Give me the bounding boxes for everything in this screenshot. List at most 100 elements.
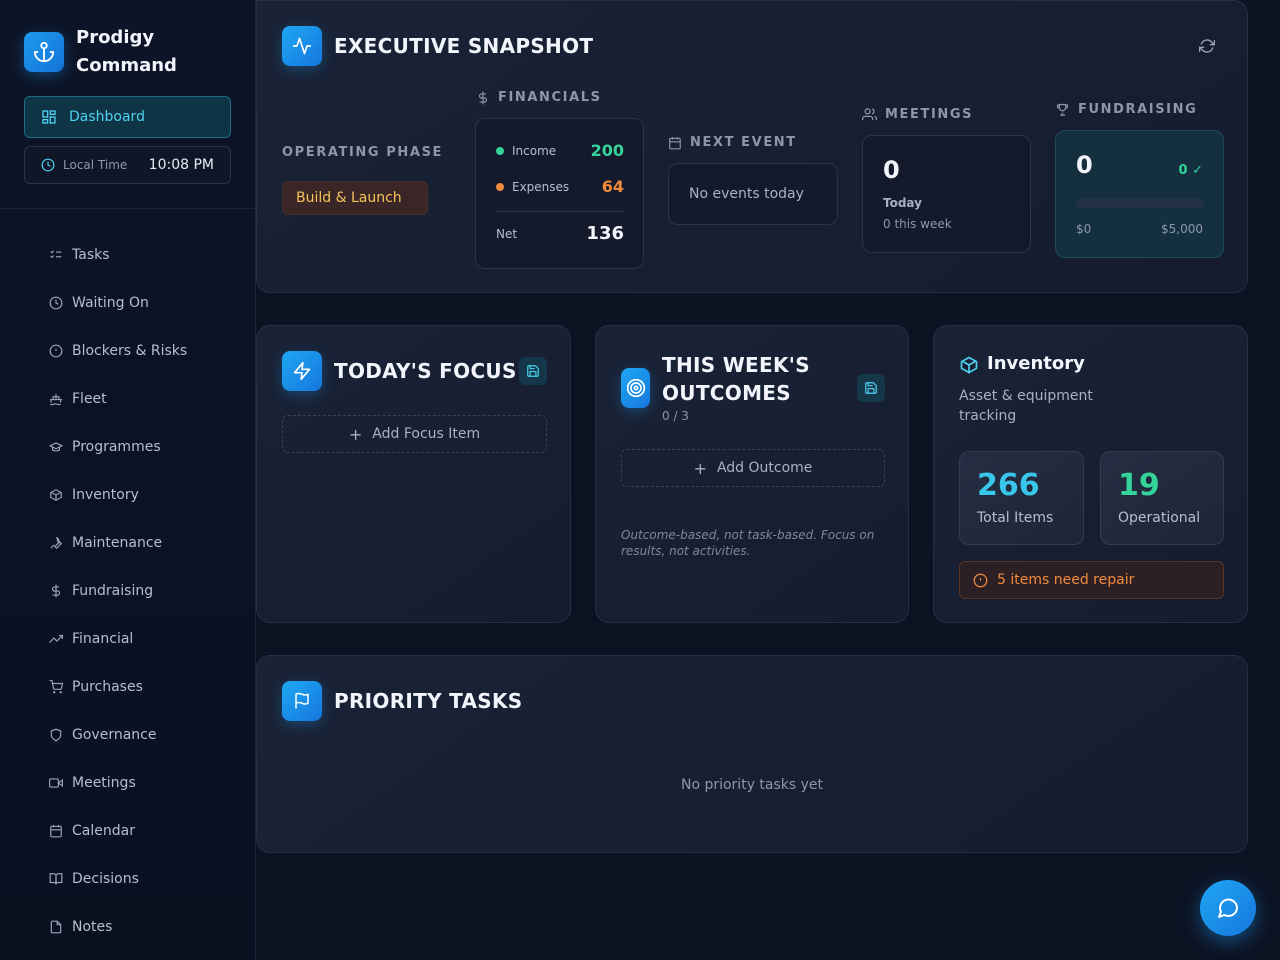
fundraising-badge: 0 ✓ (1178, 163, 1203, 178)
weekly-outcomes-card: THIS WEEK'S OUTCOMES 0 / 3 + Add Outcome… (595, 325, 909, 623)
add-outcome-button[interactable]: + Add Outcome (621, 449, 885, 487)
add-focus-item-button[interactable]: + Add Focus Item (282, 415, 547, 453)
executive-snapshot-card: EXECUTIVE SNAPSHOT OPERATING PHASE Build… (256, 0, 1248, 293)
sidebar-item-label: Waiting On (72, 295, 149, 311)
app-name: Prodigy Command (76, 27, 177, 76)
sidebar-item-fleet[interactable]: Fleet (48, 375, 187, 423)
sidebar-item-label: Purchases (72, 679, 143, 695)
sidebar-item-meetings[interactable]: Meetings (48, 759, 187, 807)
expenses-row: Expenses 64 (496, 177, 624, 196)
fundraising-min: $0 (1076, 222, 1092, 236)
sidebar-item-maintenance[interactable]: Maintenance (48, 519, 187, 567)
plus-icon: + (348, 424, 363, 444)
meetings-box: 0 Today 0 this week (862, 135, 1031, 253)
net-value: 136 (586, 223, 624, 244)
wrench-icon (48, 536, 64, 550)
file-icon (48, 920, 64, 934)
inventory-card: Inventory Asset & equipment tracking 266… (933, 325, 1248, 623)
sidebar-item-label: Calendar (72, 823, 135, 839)
sidebar-item-label: Fleet (72, 391, 107, 407)
zap-icon (282, 351, 322, 391)
sidebar-item-blockers-risks[interactable]: Blockers & Risks (48, 327, 187, 375)
meetings-label-text: MEETINGS (885, 107, 974, 122)
next-event-label: NEXT EVENT (668, 135, 797, 150)
priority-title: PRIORITY TASKS (334, 689, 523, 713)
outcomes-title-line2: OUTCOMES (662, 381, 791, 405)
operational-tile: 19 Operational (1100, 451, 1224, 545)
flag-icon (282, 681, 322, 721)
sidebar-item-label: Fundraising (72, 583, 154, 599)
outcomes-title: THIS WEEK'S OUTCOMES (662, 351, 810, 407)
financials-box: Income 200 Expenses 64 Net 136 (475, 118, 644, 269)
sidebar-item-label: Maintenance (72, 535, 163, 551)
outcomes-title-line1: THIS WEEK'S (662, 353, 810, 377)
message-circle-icon (1216, 896, 1240, 920)
sidebar-item-label: Blockers & Risks (72, 343, 188, 359)
calendar-icon (48, 824, 64, 838)
ship-icon (48, 392, 64, 406)
nav-dashboard-label: Dashboard (69, 109, 145, 125)
financials-label-text: FINANCIALS (498, 90, 602, 105)
sidebar-item-label: Tasks (72, 247, 110, 263)
meetings-week: 0 this week (883, 217, 952, 231)
fundraising-label: FUNDRAISING (1055, 102, 1197, 117)
fundraising-max: $5,000 (1161, 222, 1203, 236)
shopping-cart-icon (48, 680, 64, 694)
plus-icon: + (693, 458, 707, 478)
sidebar-item-tasks[interactable]: Tasks (48, 231, 187, 279)
local-time-label: Local Time (63, 158, 128, 172)
repair-alert[interactable]: 5 items need repair (959, 561, 1224, 599)
fundraising-label-text: FUNDRAISING (1078, 102, 1198, 117)
sidebar-item-label: Decisions (72, 871, 139, 887)
focus-title: TODAY'S FOCUS (334, 359, 517, 383)
focus-save-button[interactable] (519, 357, 547, 385)
refresh-icon[interactable] (1199, 38, 1215, 54)
sidebar-item-financial[interactable]: Financial (48, 615, 187, 663)
sidebar-item-waiting-on[interactable]: Waiting On (48, 279, 187, 327)
sidebar-item-notes[interactable]: Notes (48, 903, 187, 951)
sidebar-item-label: Inventory (72, 487, 139, 503)
add-outcome-label: Add Outcome (716, 460, 813, 476)
meetings-label: MEETINGS (862, 107, 973, 122)
priority-tasks-card: PRIORITY TASKS No priority tasks yet (256, 655, 1248, 853)
operational-value: 19 (1118, 468, 1160, 503)
target-icon (621, 368, 650, 408)
sidebar-item-decisions[interactable]: Decisions (48, 855, 187, 903)
total-items-label: Total Items (977, 510, 1054, 526)
clock-icon (41, 158, 55, 172)
sidebar-item-purchases[interactable]: Purchases (48, 663, 187, 711)
list-checks-icon (48, 248, 64, 262)
sidebar-item-programmes[interactable]: Programmes (48, 423, 187, 471)
alert-circle-icon (973, 573, 988, 588)
save-icon (864, 381, 878, 395)
layout-grid-icon (41, 109, 57, 125)
users-icon (862, 107, 877, 122)
save-icon (526, 364, 540, 378)
sidebar-item-label: Financial (72, 631, 134, 647)
sidebar-divider (0, 208, 255, 209)
nav-dashboard[interactable]: Dashboard (24, 96, 231, 138)
operating-phase-label: OPERATING PHASE (282, 145, 444, 160)
financials-divider (496, 211, 624, 212)
outcomes-save-button[interactable] (857, 374, 885, 402)
sidebar-item-calendar[interactable]: Calendar (48, 807, 187, 855)
outcomes-note: Outcome-based, not task-based. Focus on … (621, 528, 875, 558)
clock-icon (48, 296, 64, 310)
shield-icon (48, 728, 64, 742)
net-label: Net (496, 226, 518, 241)
fundraising-box: 0 0 ✓ $0 $5,000 (1055, 130, 1224, 258)
activity-icon (282, 26, 322, 66)
sidebar-item-fundraising[interactable]: Fundraising (48, 567, 187, 615)
local-time-widget: Local Time 10:08 PM (24, 146, 231, 184)
sidebar-item-inventory[interactable]: Inventory (48, 471, 187, 519)
chat-button[interactable] (1200, 880, 1256, 936)
sidebar-nav: Tasks Waiting On Blockers & Risks Fleet … (48, 231, 187, 951)
net-row: Net 136 (496, 223, 624, 244)
todays-focus-card: TODAY'S FOCUS + Add Focus Item (256, 325, 571, 623)
sidebar-item-governance[interactable]: Governance (48, 711, 187, 759)
package-icon (959, 355, 979, 375)
income-dot (496, 146, 504, 155)
book-open-icon (48, 872, 64, 886)
expenses-label: Expenses (512, 179, 570, 194)
sidebar-item-label: Programmes (72, 439, 161, 455)
